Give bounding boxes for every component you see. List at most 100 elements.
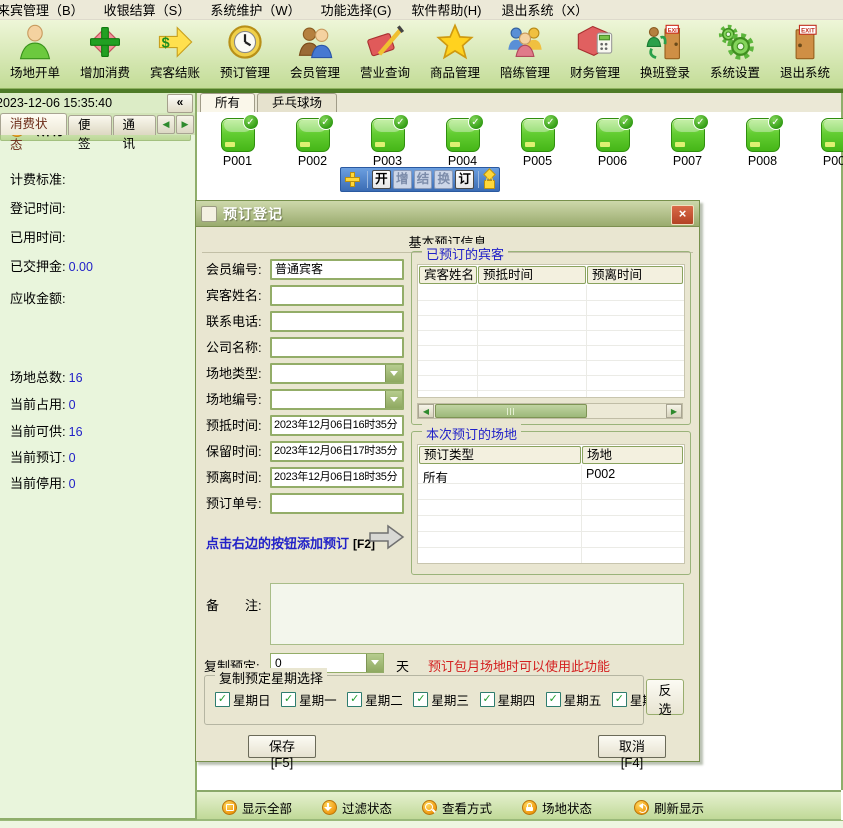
venue-tabs: 所有 乒乓球场 [197, 93, 841, 112]
col-venue[interactable]: 场地 [582, 446, 683, 464]
checkbox-checked-icon: ✓ [347, 692, 362, 707]
toolbar-system-settings[interactable]: 系统设置 [700, 22, 770, 81]
weekday-monday[interactable]: ✓星期一 [281, 690, 337, 709]
weekday-friday[interactable]: ✓星期五 [546, 690, 602, 709]
scroll-thumb[interactable] [435, 404, 587, 418]
mini-add-button[interactable]: 增 [393, 170, 412, 189]
chevron-down-icon[interactable] [385, 365, 402, 382]
toolbar-finance-mgmt[interactable]: 财务管理 [560, 22, 630, 81]
court-item[interactable]: ✓P002 [275, 112, 350, 184]
mini-open-button[interactable]: 开 [372, 170, 391, 189]
note-textarea[interactable] [270, 583, 684, 645]
refresh-button[interactable]: 刷新显示 [634, 798, 704, 817]
arrive-time-label: 预抵时间: [206, 415, 272, 436]
tab-comms[interactable]: 通讯 [113, 115, 157, 135]
close-icon[interactable]: × [671, 205, 694, 225]
court-item[interactable]: ✓P007 [650, 112, 725, 184]
col-guest-name[interactable]: 宾客姓名 [419, 266, 477, 284]
check-badge-icon: ✓ [543, 114, 559, 130]
mini-book-button[interactable]: 订 [455, 170, 474, 189]
checkbox-checked-icon: ✓ [480, 692, 495, 707]
leave-time-input[interactable]: 2023年12月06日18时35分 [270, 467, 404, 488]
court-item[interactable]: ✓P009 [800, 112, 843, 184]
dialog-app-icon [201, 206, 217, 222]
arrive-time-input[interactable]: 2023年12月06日16时35分 [270, 415, 404, 436]
weekday-thursday[interactable]: ✓星期四 [480, 690, 536, 709]
add-booking-arrow-button[interactable] [368, 523, 406, 551]
toolbar-business-query[interactable]: 营业查询 [350, 22, 420, 81]
stamp-pencil-icon [365, 22, 405, 62]
status-bar: 显示全部 过滤状态 查看方式 场地状态 刷新显示 [197, 790, 841, 820]
pin-lock-icons[interactable] [484, 170, 495, 189]
weekday-tuesday[interactable]: ✓星期二 [347, 690, 403, 709]
col-arrive-time[interactable]: 预抵时间 [478, 266, 586, 284]
toolbar-goods-mgmt[interactable]: 商品管理 [420, 22, 490, 81]
mini-switch-button[interactable]: 换 [434, 170, 453, 189]
tabs-prev-icon[interactable]: ◀ [157, 115, 175, 134]
chevron-down-icon[interactable] [366, 654, 383, 672]
gears-icon [715, 22, 755, 62]
tab-notes[interactable]: 便签 [68, 115, 112, 135]
venue-status-button[interactable]: 场地状态 [522, 798, 592, 817]
venue-type-select[interactable] [270, 363, 404, 384]
cancel-button[interactable]: 取消 [F4] [598, 735, 666, 758]
weekday-wednesday[interactable]: ✓星期三 [413, 690, 469, 709]
menu-maintenance[interactable]: 系统维护（W） [208, 0, 302, 20]
toolbar-booking-mgmt[interactable]: 预订管理 [210, 22, 280, 81]
view-mode-button[interactable]: 查看方式 [422, 798, 492, 817]
menu-help[interactable]: 软件帮助(H) [409, 0, 483, 20]
sidebar-tabs: 消费状态 便签 通讯 ◀ ▶ [0, 113, 195, 135]
booking-dialog: 预订登记 × 基本预订信息 会员编号: 普通宾客 宾客姓名: 联系电话: 公司名… [195, 200, 700, 762]
person-exit-door-icon: EXIT [645, 22, 685, 62]
toolbar-open-court[interactable]: 场地开单 [0, 22, 70, 81]
svg-text:$: $ [162, 36, 170, 52]
menu-exit[interactable]: 退出系统（X） [499, 0, 590, 20]
scroll-left-icon[interactable]: ◀ [418, 404, 434, 418]
menu-cashier[interactable]: 收银结算（S） [102, 0, 193, 20]
field-label: 登记时间: [10, 201, 66, 216]
phone-input[interactable] [270, 311, 404, 332]
court-item[interactable]: ✓P005 [500, 112, 575, 184]
court-available-icon: ✓ [446, 118, 480, 152]
company-input[interactable] [270, 337, 404, 358]
tab-table-tennis[interactable]: 乒乓球场 [257, 93, 337, 112]
toolbar-trainer-mgmt[interactable]: 陪练管理 [490, 22, 560, 81]
guest-name-input[interactable] [270, 285, 404, 306]
tabs-next-icon[interactable]: ▶ [176, 115, 194, 134]
save-button[interactable]: 保存 [F5] [248, 735, 316, 758]
hold-time-input[interactable]: 2023年12月06日17时35分 [270, 441, 404, 462]
court-item[interactable]: ✓P001 [200, 112, 275, 184]
tab-all-venues[interactable]: 所有 [200, 93, 255, 112]
weekday-sunday[interactable]: ✓星期日 [215, 690, 271, 709]
booking-no-input[interactable] [270, 493, 404, 514]
collapse-sidebar-button[interactable]: « [167, 94, 193, 113]
lock-icon [522, 800, 537, 815]
toolbar-shift-login[interactable]: EXIT 换班登录 [630, 22, 700, 81]
field-label: 已交押金: [10, 259, 66, 274]
mini-settle-button[interactable]: 结 [414, 170, 433, 189]
court-available-icon: ✓ [746, 118, 780, 152]
show-all-button[interactable]: 显示全部 [222, 798, 292, 817]
court-item[interactable]: ✓P008 [725, 112, 800, 184]
scroll-right-icon[interactable]: ▶ [666, 404, 682, 418]
court-item[interactable]: ✓P006 [575, 112, 650, 184]
toolbar-exit-system[interactable]: EXIT 退出系统 [770, 22, 840, 81]
guests-hscrollbar[interactable]: ◀ ▶ [417, 403, 683, 419]
col-booking-type[interactable]: 预订类型 [419, 446, 581, 464]
member-id-input[interactable]: 普通宾客 [270, 259, 404, 280]
col-leave-time[interactable]: 预离时间 [587, 266, 683, 284]
venue-row-court[interactable]: P002 [586, 467, 615, 481]
toolbar-member-mgmt[interactable]: 会员管理 [280, 22, 350, 81]
tab-consume-status[interactable]: 消费状态 [0, 113, 67, 135]
menu-guest-mgmt[interactable]: 来宾管理（B） [0, 0, 86, 20]
court-grid: ✓P001 ✓P002 ✓P003 ✓P004 ✓P005 ✓P006 ✓P00… [197, 112, 843, 184]
menu-functions[interactable]: 功能选择(G) [319, 0, 394, 20]
invert-selection-button[interactable]: 反选 [646, 679, 684, 715]
toolbar-guest-checkout[interactable]: $ 宾客结账 [140, 22, 210, 81]
move-handle-icon[interactable] [345, 172, 360, 187]
toolbar-add-consume[interactable]: 增加消费 [70, 22, 140, 81]
chevron-down-icon[interactable] [385, 391, 402, 408]
venue-no-select[interactable] [270, 389, 404, 410]
filter-status-button[interactable]: 过滤状态 [322, 798, 392, 817]
hold-time-label: 保留时间: [206, 441, 272, 462]
